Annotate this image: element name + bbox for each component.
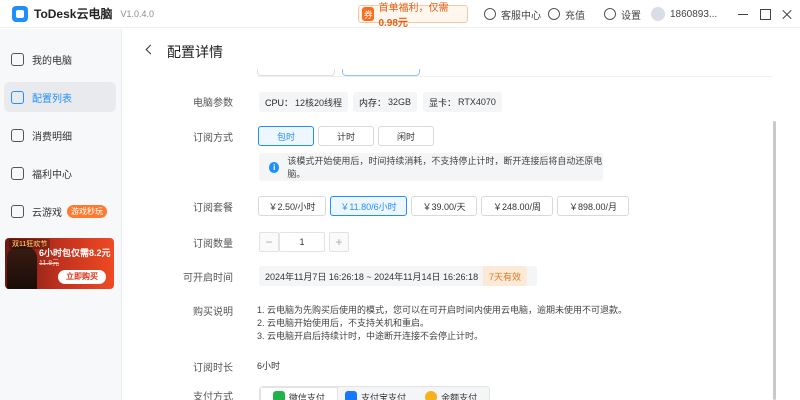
package-option-6h[interactable]: ￥11.80/6小时 — [330, 196, 407, 216]
sidebar-item-label: 配置列表 — [32, 93, 72, 105]
package-option-day[interactable]: ￥39.00/天 — [411, 196, 477, 216]
mode-notice-text: 该模式开始使用后，时间持续消耗，不支持停止计时，断开连接后将自动还原电脑。 — [287, 156, 603, 179]
divider — [257, 76, 773, 77]
app-logo: ToDesk云电脑 V1.0.4.0 — [12, 5, 154, 22]
back-arrow-icon[interactable] — [145, 44, 156, 55]
banner-price: 8.2元 — [89, 248, 111, 258]
sidebar-item-label: 云游戏 — [32, 207, 62, 219]
banner-headline: 6小时包仅需 — [39, 248, 90, 258]
coin-icon — [425, 391, 438, 400]
settings-label: 设置 — [621, 10, 641, 22]
cloud-gaming-badge: 游戏秒玩 — [67, 204, 107, 218]
mode-option-metered[interactable]: 计时 — [318, 126, 374, 146]
sidebar-item-welfare[interactable]: 福利中心 — [4, 158, 116, 188]
sidebar-item-label: 福利中心 — [32, 169, 72, 181]
mode-notice: i 该模式开始使用后，时间持续消耗，不支持停止计时，断开连接后将自动还原电脑。 — [259, 153, 603, 181]
promo-price: 0.98元 — [378, 18, 408, 29]
duration-value: 6小时 — [257, 361, 281, 371]
gamepad-icon — [11, 204, 24, 218]
duration-label: 订阅时长 — [193, 363, 233, 374]
gpu-spec: 显卡： RTX4070 — [423, 92, 502, 112]
info-icon: i — [269, 161, 280, 173]
params-label: 电脑参数 — [193, 98, 233, 109]
scrollbar[interactable] — [773, 121, 776, 400]
sidebar-item-my-computer[interactable]: 我的电脑 — [4, 44, 116, 74]
sidebar-item-config-list[interactable]: 配置列表 — [4, 82, 116, 112]
wechat-pay-icon — [272, 391, 285, 400]
customer-service-label: 客服中心 — [501, 10, 541, 22]
main-content: 配置详情 电脑参数 CPU： 12核20线程 内存： 32GB 显卡： RTX4070… — [123, 29, 800, 400]
maximize-icon[interactable] — [759, 8, 771, 20]
customer-service-button[interactable]: 客服中心 — [484, 6, 541, 22]
wallet-icon — [548, 8, 560, 20]
cpu-spec: CPU： 12核20线程 — [259, 92, 349, 112]
mode-option-idle[interactable]: 闲时 — [378, 126, 434, 146]
promo-button[interactable]: 券 首单福利，仅需 0.98元 — [358, 3, 468, 29]
purchase-note-3: 3. 云电脑开启后持续计时，中途断开连接不会停止计时。 — [257, 331, 484, 341]
package-option-hour[interactable]: ￥2.50/小时 — [258, 196, 326, 216]
recharge-label: 充值 — [565, 10, 585, 22]
open-time-value: 2024年11月7日 16:26:18 ~ 2024年11月14日 16:26:… — [265, 271, 479, 282]
sub-mode-label: 订阅方式 — [193, 133, 233, 144]
payment-method-group: 微信支付 支付宝支付 余额支付 — [259, 386, 490, 400]
settings-button[interactable]: 设置 — [604, 6, 641, 22]
promo-text: 首单福利，仅需 — [378, 3, 449, 14]
package-option-month[interactable]: ￥898.00/月 — [557, 196, 629, 216]
receipt-icon — [11, 128, 24, 142]
banner-character-image — [7, 246, 37, 289]
app-name: ToDesk云电脑 — [34, 7, 113, 21]
hidden-option-card-selected[interactable] — [342, 69, 420, 76]
sidebar-item-label: 消费明细 — [32, 131, 72, 143]
pay-option-alipay[interactable]: 支付宝支付 — [338, 387, 414, 400]
pay-label: 支付方式 — [193, 392, 233, 400]
close-icon[interactable] — [781, 8, 793, 20]
qty-label: 订阅数量 — [193, 239, 233, 250]
todesk-logo-icon — [12, 5, 28, 22]
purchase-note-2: 2. 云电脑开始使用后，不支持关机和重启。 — [257, 318, 430, 328]
purchase-label: 购买说明 — [193, 307, 233, 318]
sidebar-item-cloud-gaming[interactable]: 云游戏 游戏秒玩 — [4, 196, 116, 226]
buy-now-button[interactable]: 立即购买 — [58, 270, 106, 284]
alipay-icon — [345, 391, 357, 400]
hidden-option-card[interactable] — [257, 69, 335, 76]
monitor-icon — [11, 52, 24, 66]
sidebar: 我的电脑 配置列表 消费明细 福利中心 云游戏 游戏秒玩 双11狂欢节 6小时包… — [0, 29, 122, 400]
minimize-icon[interactable] — [737, 8, 749, 20]
gear-icon — [604, 8, 616, 20]
pay-option-balance[interactable]: 余额支付 — [413, 387, 489, 400]
banner-old-price: 11.8元 — [39, 260, 60, 267]
package-option-week[interactable]: ￥248.00/周 — [481, 196, 553, 216]
recharge-button[interactable]: 充值 — [548, 6, 585, 22]
qty-increment-button[interactable]: + — [329, 232, 349, 252]
list-icon — [11, 90, 24, 104]
memory-spec: 内存： 32GB — [353, 92, 418, 112]
gift-icon — [11, 166, 24, 180]
qty-value[interactable]: 1 — [279, 232, 325, 252]
validity-tag: 7天有效 — [483, 266, 528, 286]
page-title: 配置详情 — [167, 44, 223, 60]
user-phone: 1860893... — [670, 8, 718, 20]
mode-option-hourly-pack[interactable]: 包时 — [258, 126, 314, 146]
user-account-button[interactable]: 1860893... — [651, 6, 717, 22]
app-version: V1.0.4.0 — [120, 8, 154, 19]
sidebar-item-label: 我的电脑 — [32, 55, 72, 67]
package-label: 订阅套餐 — [193, 203, 233, 214]
purchase-note-1: 1. 云电脑为先购买后使用的模式，您可以在可开启时间内使用云电脑，逾期未使用不可… — [257, 305, 628, 315]
qty-decrement-button[interactable]: − — [259, 232, 279, 252]
pay-option-wechat[interactable]: 微信支付 — [260, 387, 338, 400]
promo-banner[interactable]: 双11狂欢节 6小时包仅需8.2元 11.8元 立即购买 — [5, 238, 114, 289]
avatar — [651, 7, 665, 21]
coupon-icon: 券 — [362, 7, 375, 21]
headset-icon — [484, 8, 496, 20]
title-bar: ToDesk云电脑 V1.0.4.0 券 首单福利，仅需 0.98元 客服中心 充… — [0, 0, 800, 29]
sidebar-item-billing[interactable]: 消费明细 — [4, 120, 116, 150]
open-time-label: 可开启时间 — [183, 273, 233, 284]
